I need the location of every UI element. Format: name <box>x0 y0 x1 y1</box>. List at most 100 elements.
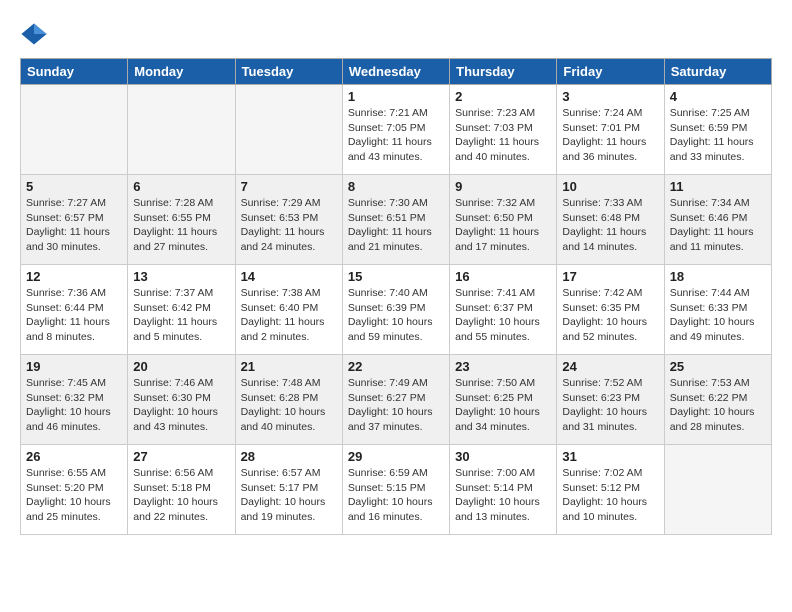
day-info: Sunrise: 7:28 AM Sunset: 6:55 PM Dayligh… <box>133 196 229 255</box>
day-number: 5 <box>26 179 122 194</box>
column-header-sunday: Sunday <box>21 59 128 85</box>
day-number: 20 <box>133 359 229 374</box>
day-info: Sunrise: 6:55 AM Sunset: 5:20 PM Dayligh… <box>26 466 122 525</box>
day-info: Sunrise: 6:59 AM Sunset: 5:15 PM Dayligh… <box>348 466 444 525</box>
day-number: 12 <box>26 269 122 284</box>
day-number: 30 <box>455 449 551 464</box>
day-number: 4 <box>670 89 766 104</box>
calendar-cell: 20 Sunrise: 7:46 AM Sunset: 6:30 PM Dayli… <box>128 355 235 445</box>
calendar-cell: 23 Sunrise: 7:50 AM Sunset: 6:25 PM Dayli… <box>450 355 557 445</box>
day-number: 19 <box>26 359 122 374</box>
calendar-cell <box>128 85 235 175</box>
column-header-thursday: Thursday <box>450 59 557 85</box>
column-header-tuesday: Tuesday <box>235 59 342 85</box>
day-info: Sunrise: 6:57 AM Sunset: 5:17 PM Dayligh… <box>241 466 337 525</box>
day-info: Sunrise: 7:42 AM Sunset: 6:35 PM Dayligh… <box>562 286 658 345</box>
logo-icon <box>20 20 48 48</box>
day-info: Sunrise: 7:37 AM Sunset: 6:42 PM Dayligh… <box>133 286 229 345</box>
day-number: 18 <box>670 269 766 284</box>
calendar: SundayMondayTuesdayWednesdayThursdayFrid… <box>20 58 772 535</box>
day-number: 9 <box>455 179 551 194</box>
calendar-cell: 12 Sunrise: 7:36 AM Sunset: 6:44 PM Dayli… <box>21 265 128 355</box>
day-info: Sunrise: 7:48 AM Sunset: 6:28 PM Dayligh… <box>241 376 337 435</box>
column-header-saturday: Saturday <box>664 59 771 85</box>
calendar-cell: 4 Sunrise: 7:25 AM Sunset: 6:59 PM Daylig… <box>664 85 771 175</box>
calendar-cell: 10 Sunrise: 7:33 AM Sunset: 6:48 PM Dayli… <box>557 175 664 265</box>
day-info: Sunrise: 7:53 AM Sunset: 6:22 PM Dayligh… <box>670 376 766 435</box>
day-number: 8 <box>348 179 444 194</box>
calendar-cell: 18 Sunrise: 7:44 AM Sunset: 6:33 PM Dayli… <box>664 265 771 355</box>
day-info: Sunrise: 7:24 AM Sunset: 7:01 PM Dayligh… <box>562 106 658 165</box>
day-info: Sunrise: 7:29 AM Sunset: 6:53 PM Dayligh… <box>241 196 337 255</box>
day-number: 13 <box>133 269 229 284</box>
day-number: 14 <box>241 269 337 284</box>
column-header-friday: Friday <box>557 59 664 85</box>
day-info: Sunrise: 7:44 AM Sunset: 6:33 PM Dayligh… <box>670 286 766 345</box>
day-info: Sunrise: 7:25 AM Sunset: 6:59 PM Dayligh… <box>670 106 766 165</box>
calendar-cell <box>235 85 342 175</box>
day-number: 2 <box>455 89 551 104</box>
day-number: 6 <box>133 179 229 194</box>
calendar-cell: 3 Sunrise: 7:24 AM Sunset: 7:01 PM Daylig… <box>557 85 664 175</box>
day-number: 25 <box>670 359 766 374</box>
day-number: 10 <box>562 179 658 194</box>
calendar-header-row: SundayMondayTuesdayWednesdayThursdayFrid… <box>21 59 772 85</box>
calendar-week-row: 1Sunrise: 7:21 AM Sunset: 7:05 PM Daylig… <box>21 85 772 175</box>
day-number: 7 <box>241 179 337 194</box>
day-number: 23 <box>455 359 551 374</box>
day-info: Sunrise: 7:30 AM Sunset: 6:51 PM Dayligh… <box>348 196 444 255</box>
calendar-cell: 16Sunrise: 7:41 AM Sunset: 6:37 PM Dayli… <box>450 265 557 355</box>
logo <box>20 20 50 48</box>
day-info: Sunrise: 7:50 AM Sunset: 6:25 PM Dayligh… <box>455 376 551 435</box>
day-number: 17 <box>562 269 658 284</box>
day-number: 3 <box>562 89 658 104</box>
calendar-cell: 11 Sunrise: 7:34 AM Sunset: 6:46 PM Dayli… <box>664 175 771 265</box>
calendar-cell <box>664 445 771 535</box>
calendar-cell: 30Sunrise: 7:00 AM Sunset: 5:14 PM Dayli… <box>450 445 557 535</box>
day-info: Sunrise: 7:49 AM Sunset: 6:27 PM Dayligh… <box>348 376 444 435</box>
column-header-wednesday: Wednesday <box>342 59 449 85</box>
calendar-week-row: 5 Sunrise: 7:27 AM Sunset: 6:57 PM Daylig… <box>21 175 772 265</box>
calendar-week-row: 26 Sunrise: 6:55 AM Sunset: 5:20 PM Dayli… <box>21 445 772 535</box>
day-number: 15 <box>348 269 444 284</box>
calendar-cell: 7 Sunrise: 7:29 AM Sunset: 6:53 PM Daylig… <box>235 175 342 265</box>
calendar-cell: 21 Sunrise: 7:48 AM Sunset: 6:28 PM Dayli… <box>235 355 342 445</box>
day-number: 29 <box>348 449 444 464</box>
day-info: Sunrise: 7:02 AM Sunset: 5:12 PM Dayligh… <box>562 466 658 525</box>
day-number: 16 <box>455 269 551 284</box>
calendar-cell: 6 Sunrise: 7:28 AM Sunset: 6:55 PM Daylig… <box>128 175 235 265</box>
calendar-cell: 5 Sunrise: 7:27 AM Sunset: 6:57 PM Daylig… <box>21 175 128 265</box>
day-number: 21 <box>241 359 337 374</box>
calendar-cell: 2Sunrise: 7:23 AM Sunset: 7:03 PM Daylig… <box>450 85 557 175</box>
calendar-cell: 26 Sunrise: 6:55 AM Sunset: 5:20 PM Dayli… <box>21 445 128 535</box>
calendar-cell: 31Sunrise: 7:02 AM Sunset: 5:12 PM Dayli… <box>557 445 664 535</box>
day-number: 27 <box>133 449 229 464</box>
day-number: 22 <box>348 359 444 374</box>
day-info: Sunrise: 7:38 AM Sunset: 6:40 PM Dayligh… <box>241 286 337 345</box>
day-number: 26 <box>26 449 122 464</box>
day-info: Sunrise: 7:40 AM Sunset: 6:39 PM Dayligh… <box>348 286 444 345</box>
calendar-week-row: 12 Sunrise: 7:36 AM Sunset: 6:44 PM Dayli… <box>21 265 772 355</box>
day-info: Sunrise: 6:56 AM Sunset: 5:18 PM Dayligh… <box>133 466 229 525</box>
calendar-cell: 24Sunrise: 7:52 AM Sunset: 6:23 PM Dayli… <box>557 355 664 445</box>
day-info: Sunrise: 7:34 AM Sunset: 6:46 PM Dayligh… <box>670 196 766 255</box>
day-info: Sunrise: 7:27 AM Sunset: 6:57 PM Dayligh… <box>26 196 122 255</box>
calendar-cell: 13 Sunrise: 7:37 AM Sunset: 6:42 PM Dayli… <box>128 265 235 355</box>
calendar-cell: 9 Sunrise: 7:32 AM Sunset: 6:50 PM Daylig… <box>450 175 557 265</box>
calendar-cell: 17 Sunrise: 7:42 AM Sunset: 6:35 PM Dayli… <box>557 265 664 355</box>
day-number: 1 <box>348 89 444 104</box>
day-info: Sunrise: 7:45 AM Sunset: 6:32 PM Dayligh… <box>26 376 122 435</box>
day-number: 11 <box>670 179 766 194</box>
calendar-week-row: 19 Sunrise: 7:45 AM Sunset: 6:32 PM Dayli… <box>21 355 772 445</box>
day-info: Sunrise: 7:46 AM Sunset: 6:30 PM Dayligh… <box>133 376 229 435</box>
calendar-cell: 22 Sunrise: 7:49 AM Sunset: 6:27 PM Dayli… <box>342 355 449 445</box>
calendar-cell: 29 Sunrise: 6:59 AM Sunset: 5:15 PM Dayli… <box>342 445 449 535</box>
calendar-cell: 28Sunrise: 6:57 AM Sunset: 5:17 PM Dayli… <box>235 445 342 535</box>
day-info: Sunrise: 7:32 AM Sunset: 6:50 PM Dayligh… <box>455 196 551 255</box>
calendar-cell <box>21 85 128 175</box>
calendar-cell: 15 Sunrise: 7:40 AM Sunset: 6:39 PM Dayli… <box>342 265 449 355</box>
calendar-cell: 14 Sunrise: 7:38 AM Sunset: 6:40 PM Dayli… <box>235 265 342 355</box>
calendar-cell: 19 Sunrise: 7:45 AM Sunset: 6:32 PM Dayli… <box>21 355 128 445</box>
day-info: Sunrise: 7:33 AM Sunset: 6:48 PM Dayligh… <box>562 196 658 255</box>
day-info: Sunrise: 7:36 AM Sunset: 6:44 PM Dayligh… <box>26 286 122 345</box>
